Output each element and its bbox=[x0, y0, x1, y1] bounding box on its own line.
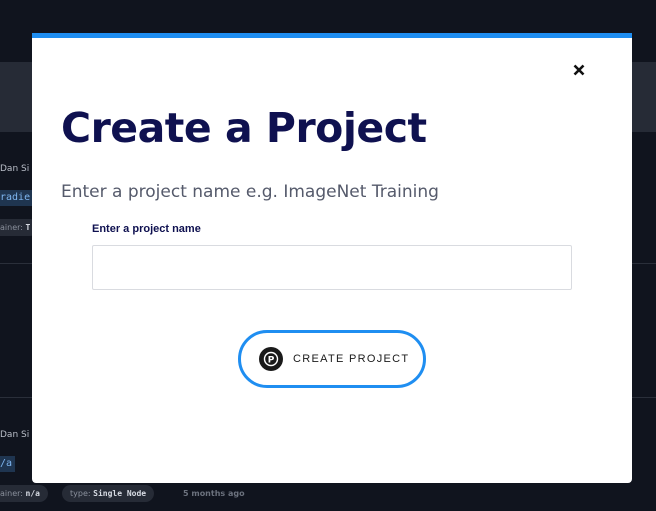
close-button[interactable] bbox=[572, 62, 586, 76]
project-name-label: Enter a project name bbox=[92, 223, 201, 235]
background-code-tag: /a bbox=[0, 456, 16, 472]
background-container-pill: ainer: n/a bbox=[0, 485, 48, 502]
background-type-pill: type: Single Node bbox=[62, 485, 155, 502]
logo-letter: P bbox=[268, 355, 275, 365]
paperspace-logo-icon: P bbox=[259, 347, 283, 371]
create-project-button[interactable]: P CREATE PROJECT bbox=[238, 330, 426, 388]
create-project-modal: Create a Project Enter a project name e.… bbox=[32, 33, 632, 483]
modal-title: Create a Project bbox=[61, 104, 427, 152]
modal-subtitle: Enter a project name e.g. ImageNet Train… bbox=[61, 182, 439, 202]
background-code-tag: radie bbox=[0, 190, 34, 206]
create-project-button-label: CREATE PROJECT bbox=[293, 353, 410, 365]
close-icon bbox=[573, 64, 585, 76]
background-author: Dan Si bbox=[0, 430, 30, 440]
background-author: Dan Si bbox=[0, 164, 30, 174]
background-timestamp: 5 months ago bbox=[183, 489, 245, 498]
project-name-input[interactable] bbox=[92, 245, 572, 290]
